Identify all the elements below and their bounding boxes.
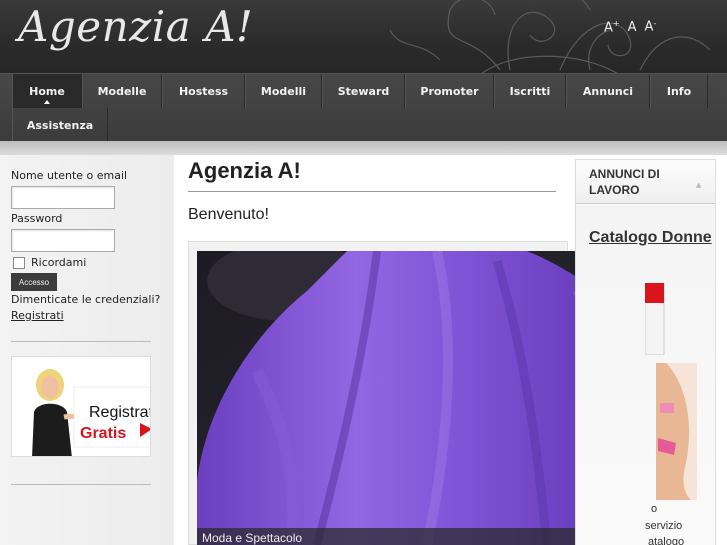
nav-item-iscritti[interactable]: Iscritti <box>494 74 566 108</box>
page-title: Agenzia A! <box>188 158 301 183</box>
right-text-line3: atalogo <box>648 536 685 545</box>
header-ornament <box>389 0 711 73</box>
nav-item-hostess[interactable]: Hostess <box>162 74 245 108</box>
password-label: Password <box>11 212 63 225</box>
collapse-arrow-icon[interactable]: ▲ <box>696 181 701 189</box>
title-divider <box>188 191 556 192</box>
font-size-tools: A+ A A- <box>600 14 662 40</box>
catalog-link[interactable]: Catalogo Donne <box>589 229 712 247</box>
main-nav: Home Modelle Hostess Modelli Steward Pro… <box>0 73 727 142</box>
font-increase-button[interactable]: A+ <box>604 19 620 35</box>
nav-item-modelle[interactable]: Modelle <box>82 74 162 108</box>
font-reset-button[interactable]: A <box>628 20 637 35</box>
nav-item-modelli[interactable]: Modelli <box>245 74 322 108</box>
forgot-credentials-link[interactable]: Dimenticate le credenziali? <box>11 293 160 306</box>
right-text-line1: o <box>651 503 658 515</box>
left-sidebar: Nome utente o email Password Ricordami A… <box>0 155 174 545</box>
site-header: Agenzia A! A+ A A- <box>0 0 727 73</box>
password-input[interactable] <box>11 229 115 252</box>
username-input[interactable] <box>11 186 115 209</box>
right-text-line2: servizio <box>645 520 683 532</box>
login-button[interactable]: Accesso <box>11 273 57 291</box>
banner-text-line1: Registrati <box>89 404 151 421</box>
nav-item-info[interactable]: Info <box>650 74 708 108</box>
username-label: Nome utente o email <box>11 169 128 182</box>
register-banner[interactable]: Registrati Gratis <box>11 356 151 457</box>
banner-text-line2: Gratis <box>80 425 127 442</box>
sidebar-divider-2 <box>11 484 151 485</box>
welcome-text: Benvenuto! <box>188 206 269 223</box>
remember-checkbox[interactable] <box>13 257 25 269</box>
nav-item-annunci[interactable]: Annunci <box>566 74 650 108</box>
register-link[interactable]: Registrati <box>11 309 64 322</box>
remember-label: Ricordami <box>31 256 87 269</box>
nav-item-promoter[interactable]: Promoter <box>405 74 494 108</box>
catalog-woman-image <box>656 363 697 500</box>
nav-item-assistenza[interactable]: Assistenza <box>12 108 108 142</box>
nav-item-steward[interactable]: Steward <box>322 74 405 108</box>
sub-header-bar <box>0 141 727 155</box>
jobs-panel-title: ANNUNCI DI LAVORO <box>589 167 660 197</box>
font-decrease-button[interactable]: A- <box>645 19 657 35</box>
site-logo[interactable]: Agenzia A! <box>18 2 253 51</box>
calendar-icon <box>645 283 665 355</box>
nav-item-home[interactable]: Home <box>12 74 82 108</box>
sidebar-divider <box>11 341 151 342</box>
